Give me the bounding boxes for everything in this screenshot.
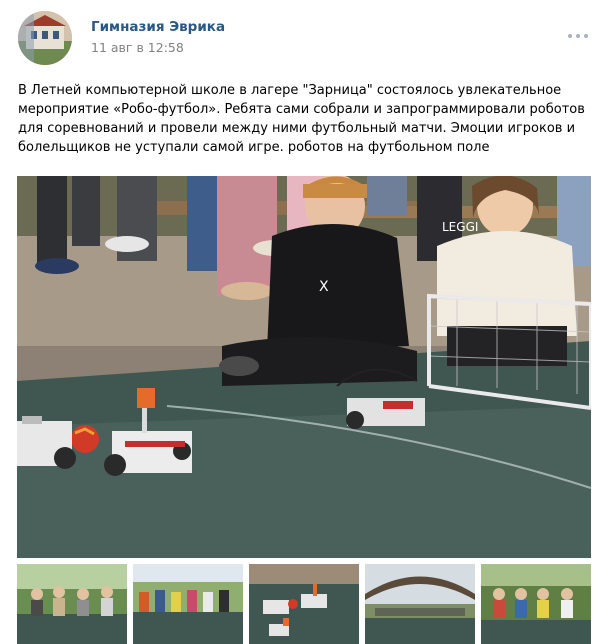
post-header: Гимназия Эврика 11 авг в 12:58 bbox=[0, 0, 603, 70]
robot-football-photo: X LEGGI bbox=[17, 176, 591, 558]
thumbnail-crowd-image bbox=[133, 564, 243, 644]
thumbnail-robots-image bbox=[249, 564, 359, 644]
thumbnail-4[interactable] bbox=[365, 564, 475, 644]
main-photo[interactable]: X LEGGI bbox=[17, 176, 591, 558]
thumbnail-3[interactable] bbox=[249, 564, 359, 644]
avatar-image bbox=[18, 11, 72, 65]
thumbnail-audience-image bbox=[17, 564, 127, 644]
thumbnail-pavilion-image bbox=[365, 564, 475, 644]
thumbnail-1[interactable] bbox=[17, 564, 127, 644]
more-horizontal-icon[interactable] bbox=[567, 26, 589, 46]
svg-text:X: X bbox=[319, 279, 329, 295]
post-author[interactable]: Гимназия Эврика bbox=[91, 19, 225, 35]
thumbnail-5[interactable] bbox=[481, 564, 591, 644]
thumbnail-strip bbox=[17, 564, 591, 644]
group-avatar[interactable] bbox=[18, 11, 72, 65]
post-date[interactable]: 11 авг в 12:58 bbox=[91, 40, 184, 55]
post-text: В Летней компьютерной школе в лагере "За… bbox=[18, 83, 585, 155]
thumbnail-spectators-image bbox=[481, 564, 591, 644]
thumbnail-2[interactable] bbox=[133, 564, 243, 644]
sweatshirt-text: LEGGI bbox=[442, 220, 478, 234]
